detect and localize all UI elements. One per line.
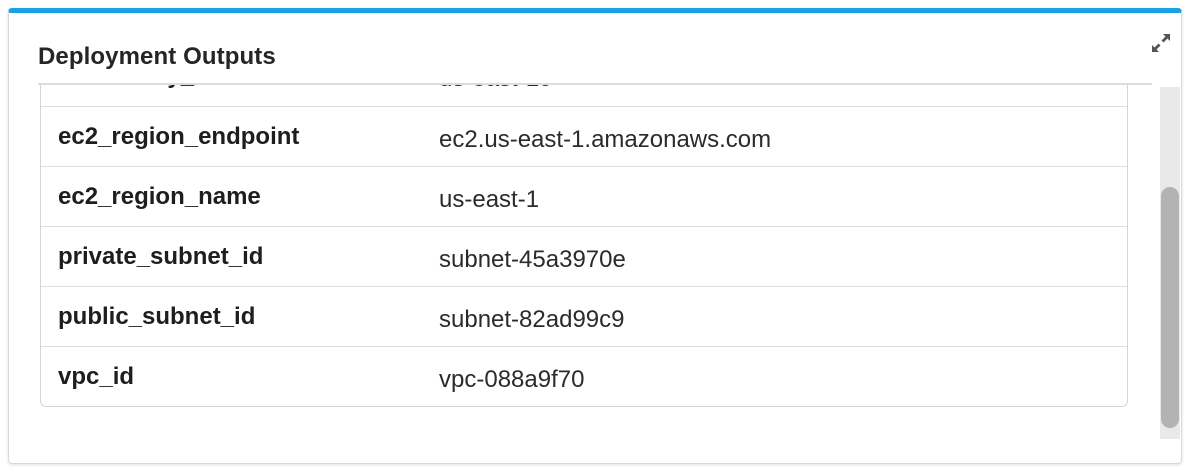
output-key: availability_zone [58,85,249,90]
table-row: public_subnet_id subnet-82ad99c9 [41,286,1127,346]
table-row: ec2_region_name us-east-1 [41,166,1127,226]
table-row: availability_zone us-east-1c [41,85,1127,106]
vertical-scrollbar[interactable] [1160,87,1180,439]
outputs-scroll-area[interactable]: availability_zone us-east-1c ec2_region_… [38,85,1132,428]
output-value: us-east-1 [439,186,540,213]
output-key: vpc_id [58,363,135,390]
output-value: us-east-1c [439,85,551,93]
output-value: vpc-088a9f70 [439,366,585,393]
output-value: ec2.us-east-1.amazonaws.com [439,126,772,153]
table-row: private_subnet_id subnet-45a3970e [41,226,1127,286]
outputs-table: availability_zone us-east-1c ec2_region_… [40,85,1128,407]
panel-title: Deployment Outputs [38,43,276,70]
table-row: ec2_region_endpoint ec2.us-east-1.amazon… [41,106,1127,166]
output-key: ec2_region_endpoint [58,123,300,150]
expand-icon[interactable] [1149,31,1173,55]
table-row: vpc_id vpc-088a9f70 [41,346,1127,406]
output-value: subnet-45a3970e [439,246,626,273]
output-key: public_subnet_id [58,303,256,330]
output-key: private_subnet_id [58,243,264,270]
deployment-outputs-panel: Deployment Outputs availability_zone us-… [8,8,1182,464]
output-value: subnet-82ad99c9 [439,306,625,333]
scrollbar-thumb[interactable] [1161,187,1179,428]
output-key: ec2_region_name [58,183,261,210]
